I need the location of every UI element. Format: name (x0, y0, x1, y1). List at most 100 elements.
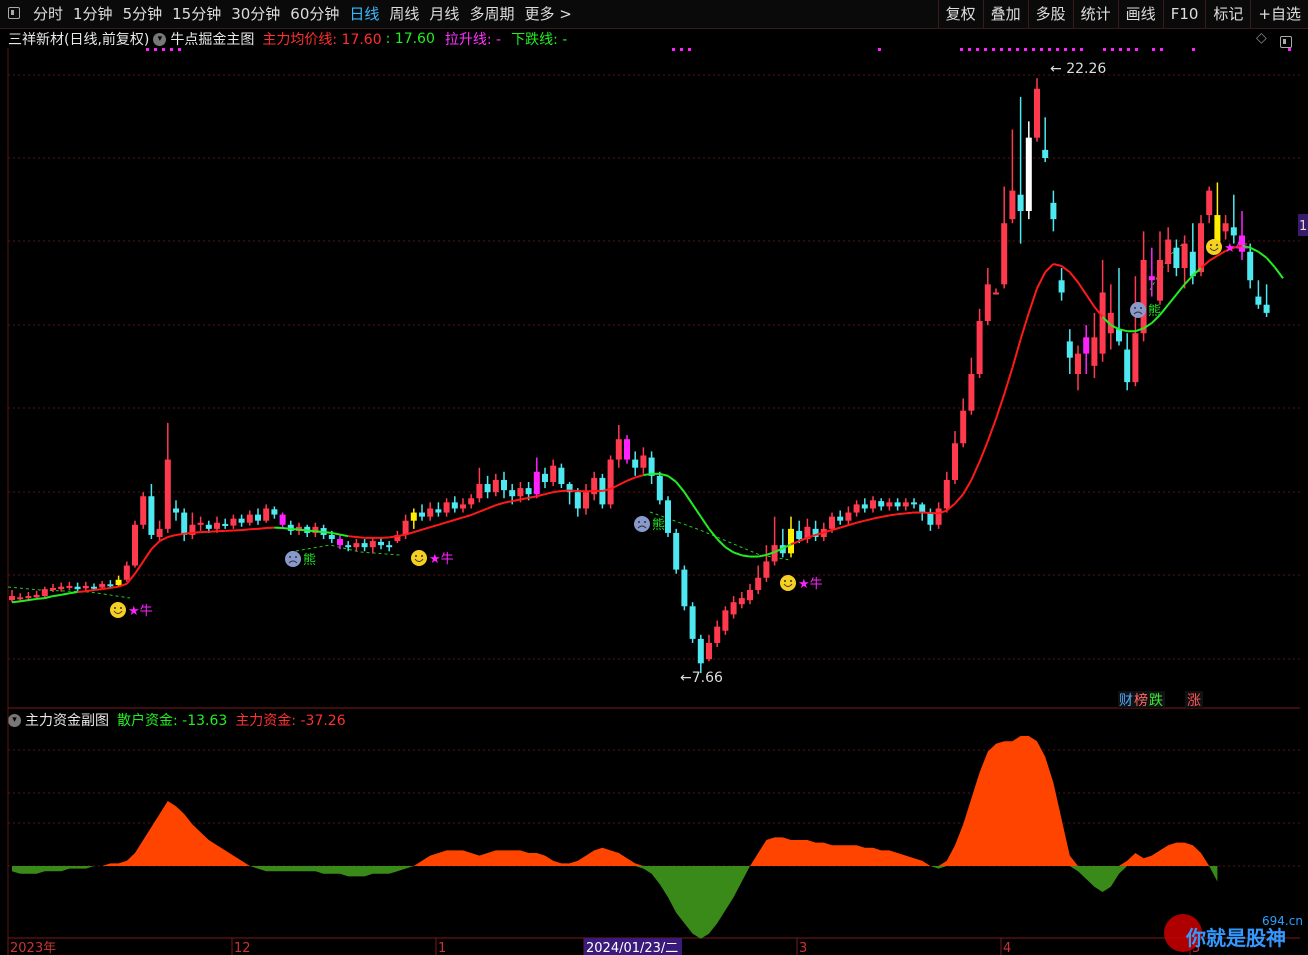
tool-button-0[interactable]: 复权 (937, 0, 983, 28)
ma-segment (61, 592, 70, 596)
tool-button-2[interactable]: 多股 (1027, 0, 1073, 28)
candle-body (164, 459, 171, 529)
period-tab-3[interactable]: 15分钟 (167, 0, 226, 28)
ma-segment (881, 514, 890, 519)
x-axis: 2023年 12 1 2024/01/23/二 3 4 5 (7, 938, 1200, 955)
tool-buttons: 复权 叠加 多股 统计 画线 F10 标记 +自选 (937, 0, 1308, 28)
tool-button-7[interactable]: +自选 (1250, 0, 1308, 28)
candle-body (976, 321, 983, 374)
candle-body (697, 638, 704, 664)
ma-segment (610, 483, 620, 490)
legend-die: 跌 (1149, 693, 1163, 709)
ma-segment (389, 535, 398, 539)
candle-body (550, 465, 557, 482)
candle-body (722, 610, 729, 631)
ma-segment (643, 472, 652, 477)
period-tab-4[interactable]: 30分钟 (226, 0, 285, 28)
tool-button-4[interactable]: 画线 (1117, 0, 1163, 28)
period-tab-1[interactable]: 1分钟 (68, 0, 118, 28)
watermark-text: 你就是股神 (1185, 926, 1286, 950)
ma-segment (28, 597, 37, 602)
candle-body (747, 589, 753, 601)
ma-segment (602, 487, 611, 492)
indicator-name[interactable]: 牛点掘金主图 (170, 29, 254, 49)
candle-body (435, 509, 442, 513)
maximize-icon[interactable] (1280, 33, 1292, 52)
candle-body (763, 561, 770, 578)
dashed-trend-line (7, 241, 1186, 599)
window-toggle-icon[interactable] (0, 0, 28, 28)
ma-segment (487, 504, 497, 510)
ma-segment (150, 540, 161, 550)
ma-segment (298, 528, 308, 532)
diamond-icon[interactable]: ◇ (1256, 30, 1267, 46)
ma-segment (85, 588, 95, 593)
candle-body (419, 512, 425, 517)
candle-body (140, 496, 147, 525)
candle-body (542, 473, 548, 482)
period-tab-8[interactable]: 月线 (424, 0, 464, 28)
ma-segment (815, 531, 825, 536)
candle-body (615, 439, 622, 460)
candle-body (624, 439, 630, 460)
tool-button-1[interactable]: 叠加 (982, 0, 1028, 28)
stock-name[interactable]: 三祥新材(日线,前复权) (8, 29, 149, 49)
candle-body (1124, 349, 1131, 383)
signal-dot (1080, 48, 1083, 51)
grid-lines (7, 48, 1300, 940)
bull-label: ★牛 (128, 604, 153, 619)
candle-body (296, 526, 302, 531)
ma-segment (1208, 254, 1218, 262)
signal-dot (1119, 48, 1122, 51)
period-tab-0[interactable]: 分时 (28, 0, 68, 28)
period-tab-2[interactable]: 5分钟 (118, 0, 168, 28)
period-tab-5[interactable]: 60分钟 (285, 0, 344, 28)
tool-button-3[interactable]: 统计 (1072, 0, 1118, 28)
low-mark-label: ←7.66 (680, 670, 723, 686)
kline-chart[interactable]: ★牛熊 ★牛熊★牛熊★牛 2023年 12 1 2024/01/23/二 3 4 5 ← 22… (0, 0, 1308, 955)
candle-body (74, 586, 81, 590)
ma-segment (356, 536, 365, 539)
candle-body (1214, 215, 1221, 244)
candle-body (1206, 190, 1213, 216)
candle-body (894, 502, 901, 507)
candle-body (771, 545, 778, 562)
candle-body (640, 455, 647, 468)
candle-body (378, 541, 384, 546)
period-tab-7[interactable]: 周线 (384, 0, 424, 28)
ma-segment (290, 527, 300, 531)
ma-segment (175, 532, 185, 536)
candle-body (1042, 149, 1049, 159)
candle-body (246, 514, 253, 523)
ma-segment (348, 535, 357, 538)
ma-segment (307, 529, 316, 533)
ma-segment (807, 534, 816, 539)
period-tab-6[interactable]: 日线 (344, 0, 384, 28)
face-eye (638, 521, 640, 523)
candle-body (263, 508, 270, 521)
candle-body (115, 579, 122, 586)
candle-body (369, 541, 376, 548)
sub-title[interactable]: 主力资金副图 (25, 710, 109, 730)
ma-segment (257, 527, 267, 530)
candle-body (427, 508, 434, 517)
face-eye (1216, 244, 1218, 246)
x-label: 2023年 (10, 941, 56, 955)
tool-button-6[interactable]: 标记 (1205, 0, 1250, 28)
dropdown-icon[interactable]: ▾ (153, 32, 167, 46)
candle-body (17, 597, 24, 600)
bear-face-icon (634, 516, 650, 532)
candle-body (1116, 329, 1122, 342)
ma-segment (282, 527, 291, 530)
tool-button-5[interactable]: F10 (1162, 0, 1206, 28)
bull-face-icon (110, 602, 126, 618)
candle-body (41, 589, 48, 597)
ma-segment (1093, 306, 1104, 318)
period-tab-9[interactable]: 多周期 (464, 0, 519, 28)
candle-body (599, 477, 606, 505)
face-eye (289, 556, 291, 558)
period-tab-10[interactable]: 更多 > (519, 0, 576, 28)
dropdown-icon[interactable]: ▾ (8, 713, 21, 727)
candle-body (1222, 223, 1229, 232)
candle-body (402, 520, 409, 535)
